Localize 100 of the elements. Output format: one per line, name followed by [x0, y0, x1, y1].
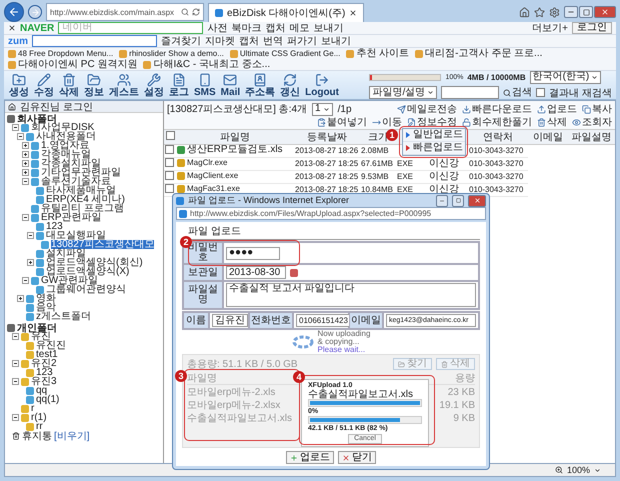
tree-item[interactable]: 기타업무관련파일	[41, 168, 121, 177]
toolbar-link[interactable]: 번역	[263, 36, 283, 46]
plus-box-icon[interactable]	[22, 169, 29, 176]
toolbar-link[interactable]: 보내기	[321, 36, 351, 46]
zoom-level[interactable]: 100%	[566, 465, 590, 475]
tree-item[interactable]: rr	[36, 422, 43, 431]
toolbar-button[interactable]: 수정	[33, 72, 55, 98]
minus-box-icon[interactable]	[27, 232, 34, 239]
toolbar-button[interactable]: Logout	[304, 72, 340, 98]
more-link[interactable]: 더보기+	[532, 22, 568, 34]
bookmark-link[interactable]: rhinoslider Show a demo...	[129, 48, 224, 59]
maximize-button[interactable]	[452, 194, 464, 206]
tree-item[interactable]: r(1)	[31, 413, 47, 422]
minimize-button[interactable]	[436, 194, 448, 206]
plus-box-icon[interactable]	[27, 259, 34, 266]
file-name[interactable]: 생산ERP모듈검토.xls	[187, 145, 283, 155]
tree-item[interactable]: 회사업무DISK	[31, 123, 94, 132]
action-button[interactable]: 정보수정	[407, 117, 457, 128]
search-button[interactable]: 검색	[503, 87, 532, 98]
tree-item[interactable]: r	[31, 404, 34, 413]
caret-icon[interactable]	[594, 466, 601, 474]
toolbar-link[interactable]: 즐겨찾기	[161, 36, 201, 46]
tree-item[interactable]: z게스트폴더	[36, 312, 91, 321]
description-field[interactable]: 수출실적 보고서 파일입니다	[226, 283, 476, 307]
action-button[interactable]: 조회자	[572, 117, 612, 128]
minus-box-icon[interactable]	[12, 333, 19, 340]
action-button[interactable]: 복사	[582, 104, 612, 114]
toolbar-button[interactable]: 정보	[83, 72, 105, 98]
tree-item[interactable]: 각종설치파일	[41, 159, 101, 168]
tree-item[interactable]: 그룹웨어관련양식	[46, 285, 126, 294]
minimize-button[interactable]	[564, 6, 578, 18]
tree-item[interactable]: 130827피스코생산대모	[51, 240, 154, 249]
minus-box-icon[interactable]	[22, 178, 29, 185]
forward-button[interactable]	[28, 5, 42, 19]
tree-item[interactable]: 타사제품매뉴얼	[46, 186, 116, 195]
settings-icon[interactable]	[549, 6, 560, 18]
plus-box-icon[interactable]	[22, 151, 29, 158]
bookmark-link[interactable]: 다해I&C - 국내최고 중소...	[153, 59, 270, 70]
minus-box-icon[interactable]	[12, 124, 19, 131]
checkbox[interactable]	[166, 131, 174, 140]
checkbox[interactable]	[165, 145, 174, 154]
toolbar-button[interactable]: 생성	[8, 72, 30, 98]
minus-box-icon[interactable]	[22, 214, 29, 221]
search-field[interactable]	[32, 35, 157, 47]
minus-box-icon[interactable]	[12, 414, 19, 421]
tree-item[interactable]: 123	[46, 222, 63, 231]
tree-item[interactable]: test1	[36, 350, 58, 359]
tree-item[interactable]: 사내전용폴더	[36, 132, 96, 141]
date-field[interactable]: 2013-08-30	[226, 266, 286, 279]
action-button[interactable]: 이동	[372, 117, 402, 128]
bookmark-link[interactable]: 대리점-고객사 주문 프로...	[425, 48, 542, 59]
toolbar-link[interactable]: 북마크	[231, 22, 262, 34]
toolbar-link[interactable]: 캡처	[265, 22, 286, 34]
maximize-button[interactable]	[579, 6, 593, 18]
password-field[interactable]: ●●●●	[226, 246, 280, 260]
checkbox[interactable]	[165, 158, 174, 167]
search-type-select[interactable]: 파일명/설명	[369, 86, 438, 99]
tree-item[interactable]: 유틸리티 프로그램	[41, 204, 124, 213]
bookmark-link[interactable]: 48 Free Dropdown Menu...	[18, 48, 114, 59]
action-button[interactable]: 삭제	[537, 117, 567, 128]
empty-trash-link[interactable]: [비우기]	[54, 428, 90, 442]
checkbox[interactable]	[536, 88, 546, 97]
toolbar-link[interactable]: 캡처	[239, 36, 259, 46]
checkbox[interactable]	[165, 184, 174, 193]
upload-button[interactable]: 업로드	[286, 451, 334, 464]
bookmark-link[interactable]: Ultimate CSS Gradient Ge...	[240, 48, 340, 59]
close-icon[interactable]	[8, 24, 16, 32]
tree-item[interactable]: GW관련파일	[41, 276, 98, 285]
search-field[interactable]	[441, 86, 500, 99]
login-button[interactable]: 로그인	[572, 22, 612, 34]
tree-item[interactable]: 솔루션기술자료	[41, 177, 111, 186]
language-select[interactable]: 한국어(한국)	[530, 70, 602, 84]
minus-box-icon[interactable]	[22, 277, 29, 284]
tree-item[interactable]: 영화	[36, 294, 56, 303]
toolbar-button[interactable]: 주소록	[244, 72, 276, 98]
plus-box-icon[interactable]	[17, 295, 24, 302]
toolbar-button[interactable]: 갱신	[279, 72, 302, 98]
tree-item[interactable]: 123	[36, 368, 53, 377]
file-name[interactable]: MagClient.exe	[187, 171, 238, 181]
browser-tab[interactable]: eBizDisk 다해아이엔씨(주)	[208, 2, 364, 22]
toolbar-link[interactable]: 메모	[289, 22, 310, 34]
minus-box-icon[interactable]	[12, 360, 19, 367]
tree-item[interactable]: 유진2	[31, 359, 57, 368]
address-field[interactable]: http://www.ebizdisk.com/Files/WrapUpload.aspx?selected=P000995	[176, 207, 486, 220]
back-button[interactable]	[4, 2, 24, 22]
tree-item[interactable]: 설치파일	[46, 249, 86, 258]
toolbar-button[interactable]: 삭제	[58, 72, 80, 98]
close-dialog-button[interactable]: 닫기	[338, 451, 376, 464]
address-field[interactable]: http://www.ebizdisk.com/main.aspx	[46, 3, 204, 21]
tree-item[interactable]: 음악	[36, 303, 56, 312]
toolbar-link[interactable]: 퍼가기	[287, 36, 317, 46]
home-icon[interactable]	[8, 102, 16, 110]
toolbar-button[interactable]: 게스트	[108, 72, 140, 98]
action-button[interactable]: 빠른다운로드	[462, 104, 532, 114]
tree-item[interactable]: ERP(XE4 세미나)	[46, 195, 125, 204]
tree-item[interactable]: 대모실행파일	[46, 231, 106, 240]
action-button[interactable]: 붙여넣기	[317, 117, 367, 128]
tree-item[interactable]: 업로드액셀양식(회신)	[46, 258, 143, 267]
menu-item[interactable]: 빠른업로드	[403, 142, 465, 155]
close-button[interactable]	[468, 194, 486, 206]
